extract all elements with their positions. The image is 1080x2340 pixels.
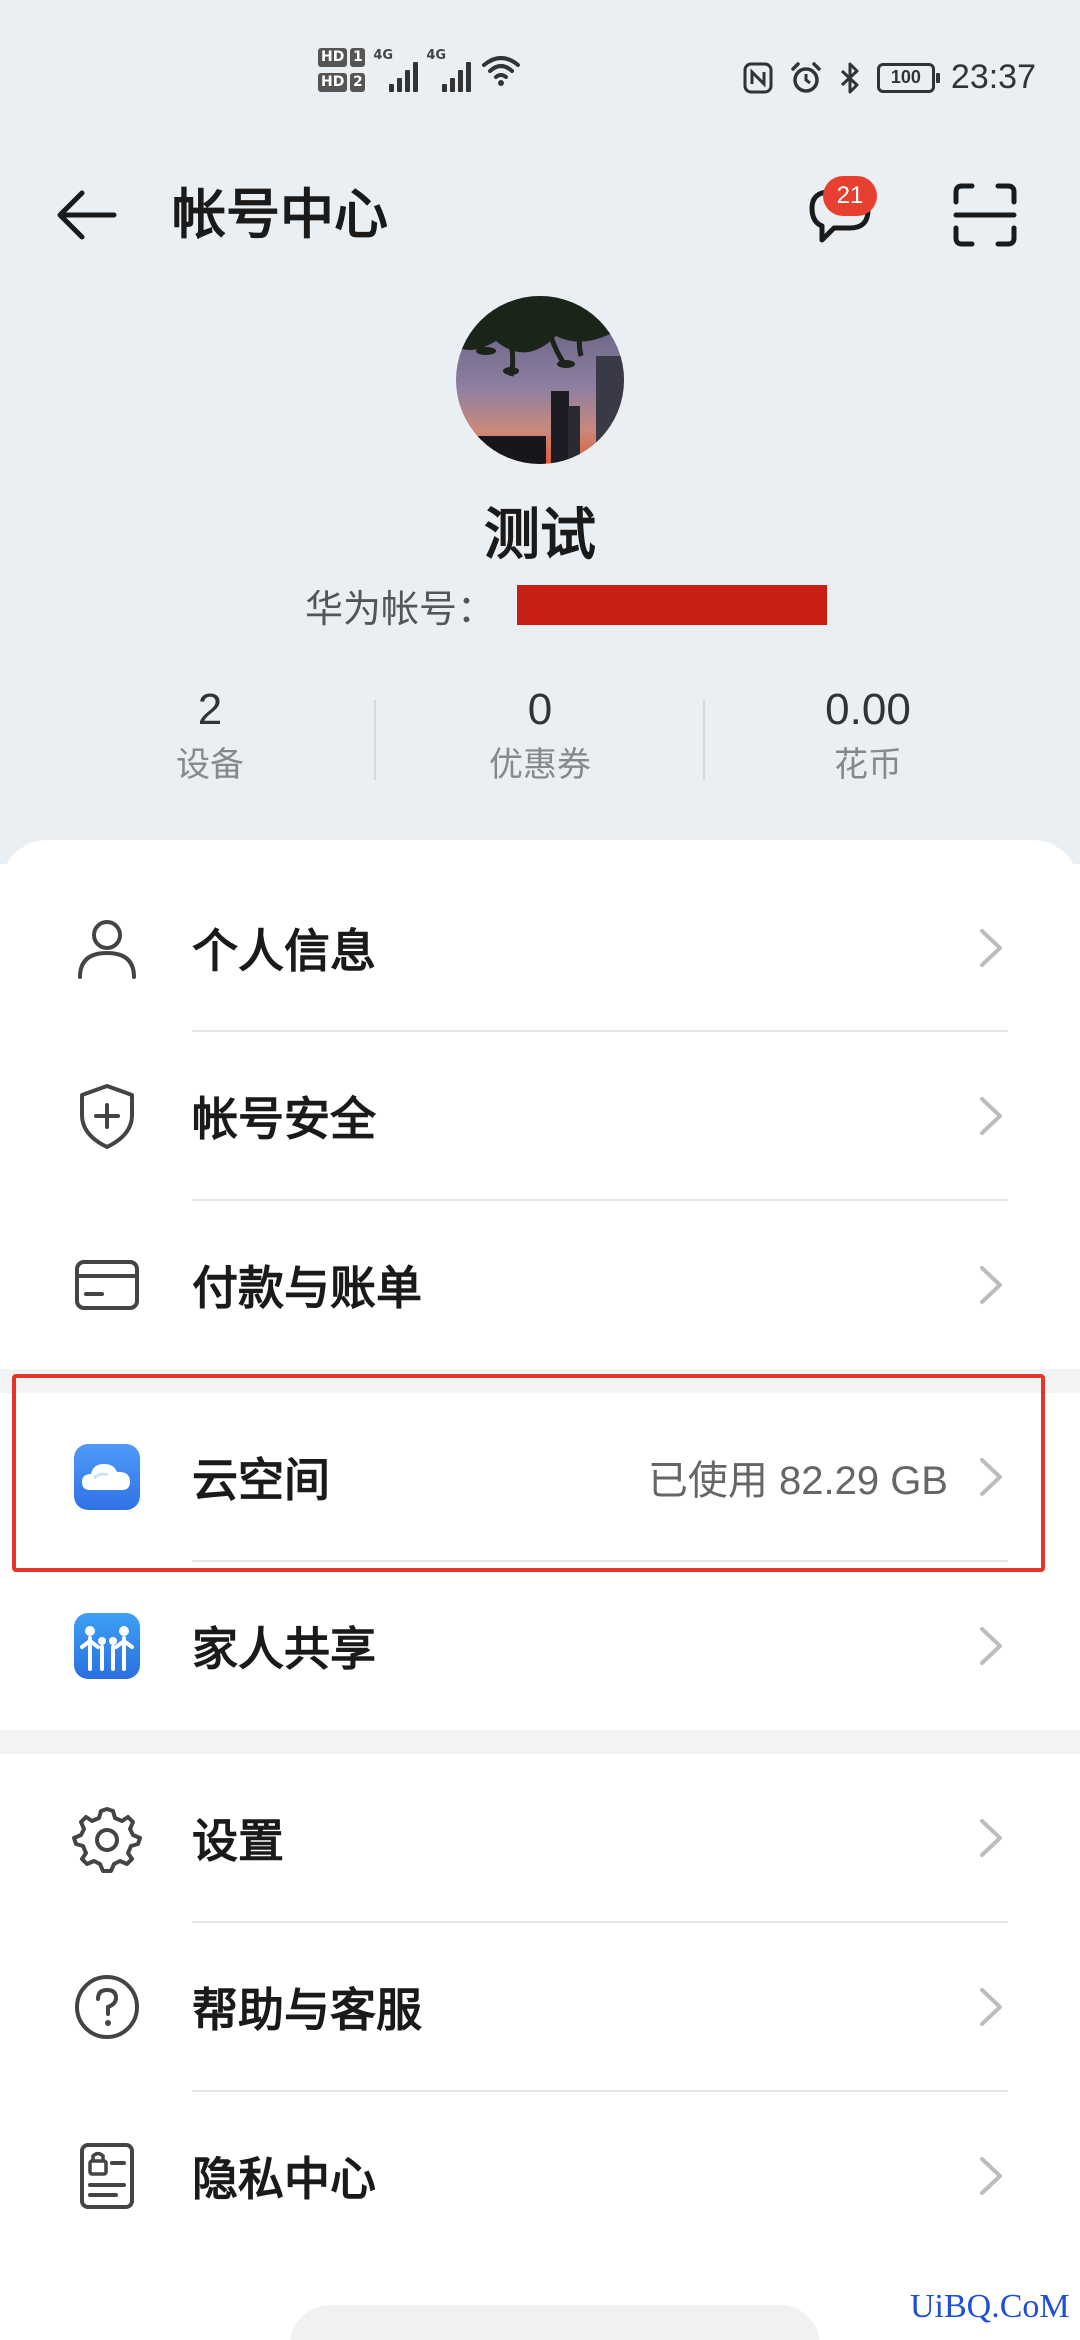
scan-icon[interactable] (950, 180, 1020, 250)
sim2-hd-badge: HD 2 (318, 73, 366, 92)
avatar-image (456, 296, 624, 464)
menu-label: 家人共享 (192, 1622, 376, 1676)
chevron-right-icon (980, 1988, 1002, 2026)
help-icon (75, 1975, 139, 2039)
cloud-usage-value: 已使用 82.29 GB (647, 1459, 948, 1503)
network-1-label: 4G (373, 48, 394, 63)
menu-label: 付款与账单 (192, 1261, 422, 1315)
menu-label: 帮助与客服 (192, 1983, 422, 2037)
nfc-icon (743, 62, 773, 93)
stat-divider (374, 700, 376, 780)
chevron-right-icon (980, 2157, 1002, 2195)
alarm-icon (791, 61, 821, 93)
menu-item-settings[interactable]: 设置 (0, 1754, 1080, 1922)
battery-level: 100 (890, 67, 921, 87)
family-icon (74, 1613, 140, 1679)
status-bar-left: HD 1 HD 2 4G 4G (318, 48, 521, 92)
back-arrow-icon[interactable] (52, 180, 122, 250)
chevron-right-icon (980, 1458, 1002, 1496)
stat-divider (703, 700, 705, 780)
menu-label: 设置 (192, 1814, 284, 1868)
account-id-redacted (517, 585, 828, 625)
account-id-row: 华为帐号： (305, 580, 828, 631)
network-2-label: 4G (426, 48, 447, 63)
chevron-right-icon (980, 1627, 1002, 1665)
signal-1-icon: 4G (373, 48, 419, 92)
menu-item-privacy[interactable]: 隐私中心 (0, 2092, 1080, 2260)
menu-label: 帐号安全 (192, 1092, 376, 1146)
menu-item-cloud[interactable]: 云空间 已使用 82.29 GB (0, 1393, 1080, 1561)
menu-item-account-security[interactable]: 帐号安全 (0, 1032, 1080, 1200)
stat-devices-label: 设备 (176, 745, 244, 785)
cloud-icon (74, 1444, 140, 1510)
header: 帐号中心 21 (0, 150, 1080, 280)
shield-icon (80, 1084, 134, 1149)
stat-devices[interactable]: 2 设备 (85, 680, 335, 790)
stats-row: 2 设备 0 优惠券 0.00 花币 (0, 680, 1080, 790)
stat-coupons-label: 优惠券 (489, 745, 591, 785)
wifi-icon (482, 56, 521, 86)
menu-label: 个人信息 (192, 924, 376, 978)
sim1-num: 1 (350, 48, 366, 67)
account-id-label: 华为帐号： (305, 586, 496, 631)
chevron-right-icon (980, 1819, 1002, 1857)
chevron-right-icon (980, 1266, 1002, 1304)
stat-coins-label: 花币 (834, 745, 902, 785)
stat-coupons[interactable]: 0 优惠券 (415, 680, 665, 790)
stat-coins-value: 0.00 (825, 685, 911, 734)
page-title: 帐号中心 (172, 183, 388, 246)
chevron-right-icon (980, 929, 1002, 967)
menu-item-family-sharing[interactable]: 家人共享 (0, 1562, 1080, 1730)
menu-label: 云空间 (192, 1453, 330, 1507)
menu-item-payment-billing[interactable]: 付款与账单 (0, 1201, 1080, 1369)
username: 测试 (484, 503, 596, 568)
stat-devices-value: 2 (197, 685, 223, 734)
menu-item-help[interactable]: 帮助与客服 (0, 1923, 1080, 2091)
chevron-right-icon (980, 1097, 1002, 1135)
bluetooth-icon (840, 62, 859, 93)
status-time: 23:37 (950, 58, 1036, 96)
status-bar: HD 1 HD 2 4G 4G 100 23:37 (0, 0, 1080, 150)
section-gap (0, 1730, 1080, 1754)
sim2-hd-label: HD (318, 73, 348, 92)
watermark: UiBQ.CoM (910, 2288, 1070, 2325)
card-icon (75, 1260, 139, 1310)
stat-coins[interactable]: 0.00 花币 (743, 680, 993, 790)
sim1-hd-label: HD (318, 48, 348, 67)
avatar[interactable] (456, 296, 624, 464)
stat-coupons-value: 0 (527, 685, 553, 734)
person-icon (78, 920, 136, 979)
bottom-button-partial[interactable] (290, 2305, 820, 2340)
status-bar-right: 100 23:37 (743, 58, 1036, 97)
menu-label: 隐私中心 (192, 2152, 376, 2206)
sim2-num: 2 (350, 73, 366, 92)
signal-2-icon: 4G (426, 48, 472, 92)
menu-item-personal-info[interactable]: 个人信息 (0, 864, 1080, 1032)
sim1-hd-badge: HD 1 (318, 48, 366, 67)
gear-icon (72, 1807, 142, 1873)
message-count-badge: 21 (823, 176, 877, 216)
section-gap (0, 1369, 1080, 1393)
battery-icon: 100 (876, 62, 940, 93)
privacy-icon (80, 2143, 134, 2209)
